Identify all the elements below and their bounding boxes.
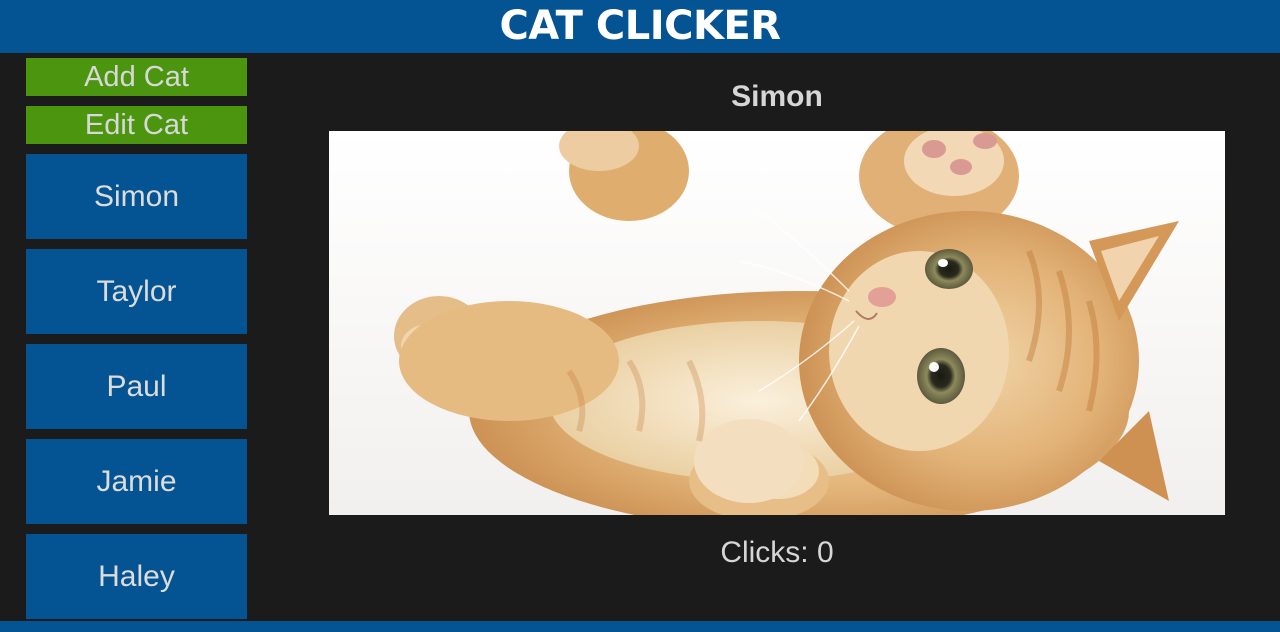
- cat-photo[interactable]: [329, 131, 1225, 515]
- click-counter: Clicks: 0: [720, 536, 834, 569]
- cat-list-item-haley[interactable]: Haley: [26, 534, 247, 619]
- kitten-illustration[interactable]: [329, 131, 1225, 515]
- cat-list-item-paul[interactable]: Paul: [26, 344, 247, 429]
- selected-cat-name: Simon: [731, 80, 823, 113]
- cat-list-item-jamie[interactable]: Jamie: [26, 439, 247, 524]
- app-header: CAT CLICKER: [0, 0, 1280, 53]
- app-title: CAT CLICKER: [499, 3, 781, 49]
- add-cat-button[interactable]: Add Cat: [26, 58, 247, 96]
- cat-list-item-taylor[interactable]: Taylor: [26, 249, 247, 334]
- footer-bar: [0, 621, 1280, 632]
- sidebar: Add Cat Edit Cat Simon Taylor Paul Jamie…: [26, 58, 247, 629]
- edit-cat-button[interactable]: Edit Cat: [26, 106, 247, 144]
- cat-list-item-simon[interactable]: Simon: [26, 154, 247, 239]
- cat-display: Simon Clicks: 0: [329, 73, 1225, 571]
